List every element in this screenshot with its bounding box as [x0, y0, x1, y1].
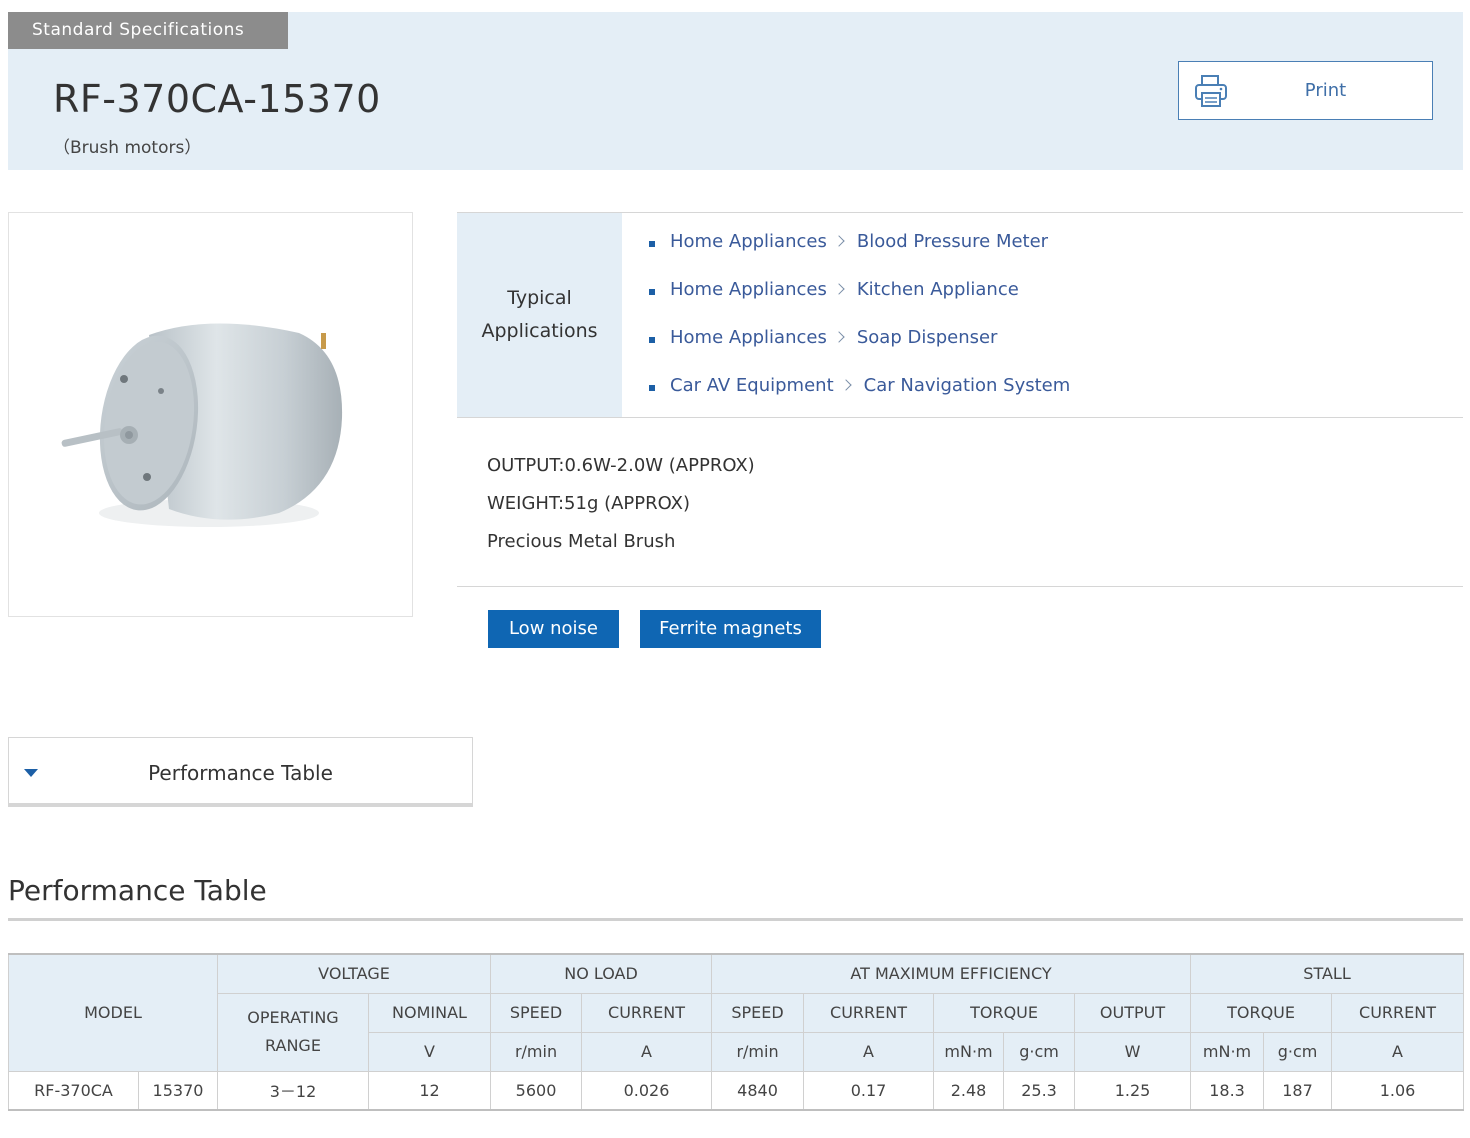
applications-list: Home Appliances Blood Pressure Meter Home… — [647, 231, 1070, 423]
product-header: Standard Specifications RF-370CA-15370 （… — [8, 12, 1463, 170]
print-button[interactable]: Print — [1178, 61, 1433, 120]
chevron-right-icon — [833, 331, 845, 343]
cell-operating-range: 3－12 — [217, 1070, 369, 1111]
cell-me-speed: 4840 — [711, 1070, 805, 1111]
application-category-link[interactable]: Car AV Equipment — [670, 375, 834, 396]
typical-applications: Typical Applications Home Appliances Bloo… — [457, 212, 1463, 418]
cell-nl-speed: 5600 — [490, 1070, 583, 1111]
header-voltage: VOLTAGE — [216, 953, 492, 994]
header-model: MODEL — [8, 953, 218, 1072]
unit-rmin: r/min — [490, 1031, 583, 1072]
performance-table: MODEL VOLTAGE NO LOAD AT MAXIMUM EFFICIE… — [8, 953, 1465, 1111]
unit-a: A — [581, 1031, 713, 1072]
cell-me-torque-gcm: 25.3 — [1003, 1070, 1076, 1111]
unit-v: V — [367, 1031, 492, 1072]
unit-rmin: r/min — [711, 1031, 805, 1072]
unit-gcm: g·cm — [1003, 1031, 1076, 1072]
product-image — [8, 212, 413, 617]
cell-me-torque-mnm: 2.48 — [933, 1070, 1005, 1111]
header-me-current: CURRENT — [803, 992, 935, 1033]
spec-summary: OUTPUT:0.6W-2.0W (APPROX) WEIGHT:51g (AP… — [457, 418, 1463, 587]
chevron-right-icon — [833, 235, 845, 247]
chevron-right-icon — [833, 283, 845, 295]
unit-w: W — [1074, 1031, 1192, 1072]
unit-gcm: g·cm — [1263, 1031, 1333, 1072]
list-item: Home Appliances Kitchen Appliance — [647, 279, 1070, 327]
section-divider — [8, 918, 1463, 921]
cell-st-torque-mnm: 18.3 — [1190, 1070, 1265, 1111]
application-item-link[interactable]: Car Navigation System — [864, 375, 1071, 396]
header-no-load: NO LOAD — [490, 953, 713, 994]
spec-weight: WEIGHT:51g (APPROX) — [487, 493, 691, 514]
unit-a: A — [803, 1031, 935, 1072]
spec-tag: Standard Specifications — [8, 12, 288, 49]
list-item: Car AV Equipment Car Navigation System — [647, 375, 1070, 423]
application-category-link[interactable]: Home Appliances — [670, 231, 827, 252]
section-title: Performance Table — [8, 874, 267, 907]
header-st-torque: TORQUE — [1190, 992, 1333, 1033]
unit-mnm: mN·m — [933, 1031, 1005, 1072]
application-item-link[interactable]: Blood Pressure Meter — [857, 231, 1048, 252]
header-me-torque: TORQUE — [933, 992, 1076, 1033]
application-category-link[interactable]: Home Appliances — [670, 279, 827, 300]
print-label: Print — [1304, 80, 1347, 101]
applications-heading: Typical Applications — [457, 213, 622, 417]
accordion-label: Performance Table — [148, 761, 333, 785]
header-nl-speed: SPEED — [490, 992, 583, 1033]
application-category-link[interactable]: Home Appliances — [670, 327, 827, 348]
cell-st-torque-gcm: 187 — [1263, 1070, 1333, 1111]
list-item: Home Appliances Blood Pressure Meter — [647, 231, 1070, 279]
cell-me-current: 0.17 — [803, 1070, 935, 1111]
header-operating-range: OPERATING RANGE — [217, 992, 369, 1072]
product-category: （Brush motors） — [53, 138, 202, 158]
header-st-current: CURRENT — [1331, 992, 1465, 1033]
application-item-link[interactable]: Soap Dispenser — [857, 327, 998, 348]
list-item: Home Appliances Soap Dispenser — [647, 327, 1070, 375]
unit-a: A — [1331, 1031, 1465, 1072]
cell-variant: 15370 — [138, 1070, 218, 1111]
cell-st-current: 1.06 — [1331, 1070, 1465, 1111]
application-item-link[interactable]: Kitchen Appliance — [857, 279, 1019, 300]
spec-output: OUTPUT:0.6W-2.0W (APPROX) — [487, 455, 755, 476]
cell-model: RF-370CA — [8, 1070, 139, 1111]
spec-brush: Precious Metal Brush — [487, 531, 676, 552]
motor-illustration — [61, 323, 343, 527]
header-me-output: OUTPUT — [1074, 992, 1192, 1033]
header-max-efficiency: AT MAXIMUM EFFICIENCY — [711, 953, 1192, 994]
feature-tag-ferrite-magnets[interactable]: Ferrite magnets — [640, 610, 821, 648]
header-nl-current: CURRENT — [581, 992, 713, 1033]
header-nominal: NOMINAL — [367, 992, 492, 1033]
cell-nl-current: 0.026 — [581, 1070, 713, 1111]
performance-table-accordion[interactable]: Performance Table — [8, 737, 473, 807]
cell-nominal: 12 — [367, 1070, 492, 1111]
table-row: RF-370CA 15370 3－12 12 5600 0.026 4840 0… — [8, 1070, 1465, 1111]
feature-tag-low-noise[interactable]: Low noise — [488, 610, 619, 648]
header-me-speed: SPEED — [711, 992, 805, 1033]
chevron-right-icon — [839, 379, 852, 391]
header-stall: STALL — [1190, 953, 1465, 994]
page-title: RF-370CA-15370 — [53, 77, 381, 121]
unit-mnm: mN·m — [1190, 1031, 1265, 1072]
cell-me-output: 1.25 — [1074, 1070, 1192, 1111]
